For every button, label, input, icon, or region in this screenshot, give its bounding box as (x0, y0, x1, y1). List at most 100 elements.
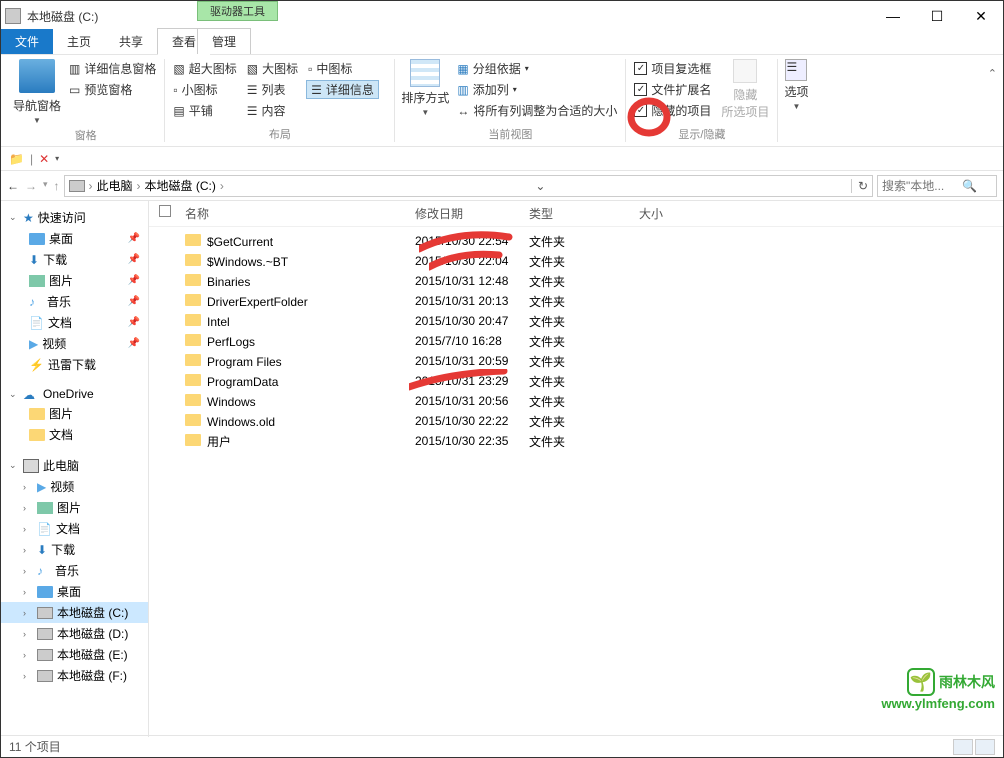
view-details-icon[interactable] (953, 739, 973, 755)
tree-documents[interactable]: 📄文档📌 (1, 312, 148, 333)
sort-button[interactable]: 排序方式 (401, 89, 449, 106)
collapse-ribbon-button[interactable]: ⌃ (988, 67, 997, 80)
layout-extra-large[interactable]: ▧超大图标 (171, 59, 238, 78)
group-label-show-hide: 显示/隐藏 (632, 124, 771, 142)
tree-pc-desktop[interactable]: ›桌面 (1, 581, 148, 602)
folder-icon (185, 234, 201, 246)
group-by-button[interactable]: ▦分组依据▾ (455, 59, 619, 78)
tab-manage[interactable]: 管理 (197, 28, 251, 54)
refresh-button[interactable]: ↻ (851, 179, 868, 193)
layout-medium[interactable]: ▫中图标 (306, 59, 379, 78)
navigation-pane-icon (19, 59, 55, 93)
file-row[interactable]: 用户2015/10/30 22:35文件夹 (149, 431, 1003, 451)
file-row[interactable]: Intel2015/10/30 20:47文件夹 (149, 311, 1003, 331)
hidden-items-toggle[interactable]: ✓隐藏的项目 (632, 101, 713, 120)
tree-drive-f[interactable]: ›本地磁盘 (F:) (1, 665, 148, 686)
history-button[interactable]: ▾ (43, 179, 48, 193)
layout-details[interactable]: ☰详细信息 (306, 80, 379, 99)
file-row[interactable]: ProgramData2015/10/31 23:29文件夹 (149, 371, 1003, 391)
preview-pane-button[interactable]: ▭预览窗格 (67, 80, 158, 99)
new-folder-icon[interactable]: 📁 (9, 152, 24, 166)
add-columns-button[interactable]: ▥添加列▾ (455, 80, 619, 99)
column-size[interactable]: 大小 (639, 205, 719, 222)
hide-selected-icon (733, 59, 757, 83)
preview-pane-icon: ▭ (69, 83, 80, 97)
file-row[interactable]: $Windows.~BT2015/10/30 22:04文件夹 (149, 251, 1003, 271)
tree-downloads[interactable]: ⬇下载📌 (1, 249, 148, 270)
up-button[interactable]: ↑ (54, 179, 60, 193)
column-name[interactable]: 名称 (185, 205, 415, 222)
details-pane-icon: ▥ (69, 62, 80, 76)
options-icon: ☰ (785, 59, 807, 81)
autosize-columns-button[interactable]: ↔将所有列调整为合适的大小 (455, 101, 619, 120)
item-checkboxes-toggle[interactable]: ✓项目复选框 (632, 59, 713, 78)
address-dropdown-button[interactable]: ⌄ (529, 179, 545, 193)
maximize-button[interactable]: ☐ (915, 1, 959, 31)
tree-pictures[interactable]: 图片📌 (1, 270, 148, 291)
file-row[interactable]: $GetCurrent2015/10/30 22:54文件夹 (149, 231, 1003, 251)
options-button[interactable]: 选项 (784, 83, 808, 100)
tree-pc-music[interactable]: ›♪音乐 (1, 560, 148, 581)
back-button[interactable]: ← (7, 179, 19, 193)
close-button[interactable]: ✕ (959, 1, 1003, 31)
tree-this-pc[interactable]: ⌄此电脑 (1, 455, 148, 476)
navigation-pane-button[interactable]: 导航窗格 (13, 97, 61, 114)
tree-desktop[interactable]: 桌面📌 (1, 228, 148, 249)
pin-icon: 📌 (128, 296, 140, 307)
breadcrumb-this-pc[interactable]: 此电脑 (97, 177, 133, 194)
search-input[interactable] (882, 179, 962, 193)
column-headers[interactable]: 名称 修改日期 类型 大小 (149, 201, 1003, 227)
minimize-button[interactable]: — (871, 1, 915, 31)
tree-od-pictures[interactable]: 图片 (1, 403, 148, 424)
nav-tree[interactable]: ⌄★快速访问 桌面📌 ⬇下载📌 图片📌 ♪音乐📌 📄文档📌 ▶视频📌 ⚡迅雷下载… (1, 201, 149, 737)
tree-pc-docs[interactable]: ›📄文档 (1, 518, 148, 539)
tab-share[interactable]: 共享 (105, 29, 157, 54)
layout-content[interactable]: ☰内容 (245, 101, 300, 120)
folder-icon (185, 294, 201, 306)
view-thumbs-icon[interactable] (975, 739, 995, 755)
tree-drive-d[interactable]: ›本地磁盘 (D:) (1, 623, 148, 644)
file-type: 文件夹 (529, 433, 639, 450)
column-type[interactable]: 类型 (529, 205, 639, 222)
tree-music[interactable]: ♪音乐📌 (1, 291, 148, 312)
file-row[interactable]: DriverExpertFolder2015/10/31 20:13文件夹 (149, 291, 1003, 311)
watermark-url: www.ylmfeng.com (881, 696, 995, 711)
file-row[interactable]: Windows.old2015/10/30 22:22文件夹 (149, 411, 1003, 431)
tree-drive-c[interactable]: ›本地磁盘 (C:) (1, 602, 148, 623)
tab-file[interactable]: 文件 (1, 29, 53, 54)
file-date: 2015/10/30 22:22 (415, 414, 529, 428)
file-type: 文件夹 (529, 253, 639, 270)
layout-small[interactable]: ▫小图标 (171, 80, 238, 99)
tree-pc-videos[interactable]: ›▶视频 (1, 476, 148, 497)
tree-drive-e[interactable]: ›本地磁盘 (E:) (1, 644, 148, 665)
file-name: PerfLogs (207, 335, 255, 349)
tab-home[interactable]: 主页 (53, 29, 105, 54)
column-date[interactable]: 修改日期 (415, 205, 529, 222)
search-box[interactable]: 🔍 (877, 175, 997, 197)
tree-quick-access[interactable]: ⌄★快速访问 (1, 207, 148, 228)
layout-tiles[interactable]: ▤平铺 (171, 101, 238, 120)
file-row[interactable]: PerfLogs2015/7/10 16:28文件夹 (149, 331, 1003, 351)
tree-od-documents[interactable]: 文档 (1, 424, 148, 445)
file-row[interactable]: Binaries2015/10/31 12:48文件夹 (149, 271, 1003, 291)
tree-pc-downloads[interactable]: ›⬇下载 (1, 539, 148, 560)
file-row[interactable]: Windows2015/10/31 20:56文件夹 (149, 391, 1003, 411)
layout-large[interactable]: ▧大图标 (245, 59, 300, 78)
delete-icon[interactable]: ✕ (39, 152, 49, 166)
file-extensions-toggle[interactable]: ✓文件扩展名 (632, 80, 713, 99)
address-bar[interactable]: › 此电脑 › 本地磁盘 (C:) › ⌄ ↻ (64, 175, 873, 197)
tree-videos[interactable]: ▶视频📌 (1, 333, 148, 354)
layout-list[interactable]: ☰列表 (245, 80, 300, 99)
folder-icon (185, 414, 201, 426)
tree-thunder[interactable]: ⚡迅雷下载 (1, 354, 148, 375)
select-all-checkbox[interactable] (159, 205, 171, 217)
quick-access-toolbar: 📁 | ✕ ▾ (1, 147, 1003, 171)
file-date: 2015/10/30 22:04 (415, 254, 529, 268)
tree-pc-pictures[interactable]: ›图片 (1, 497, 148, 518)
search-icon[interactable]: 🔍 (962, 179, 977, 193)
file-row[interactable]: Program Files2015/10/31 20:59文件夹 (149, 351, 1003, 371)
tree-onedrive[interactable]: ⌄☁OneDrive (1, 385, 148, 403)
details-pane-button[interactable]: ▥详细信息窗格 (67, 59, 158, 78)
forward-button[interactable]: → (25, 179, 37, 193)
breadcrumb-drive[interactable]: 本地磁盘 (C:) (145, 177, 216, 194)
